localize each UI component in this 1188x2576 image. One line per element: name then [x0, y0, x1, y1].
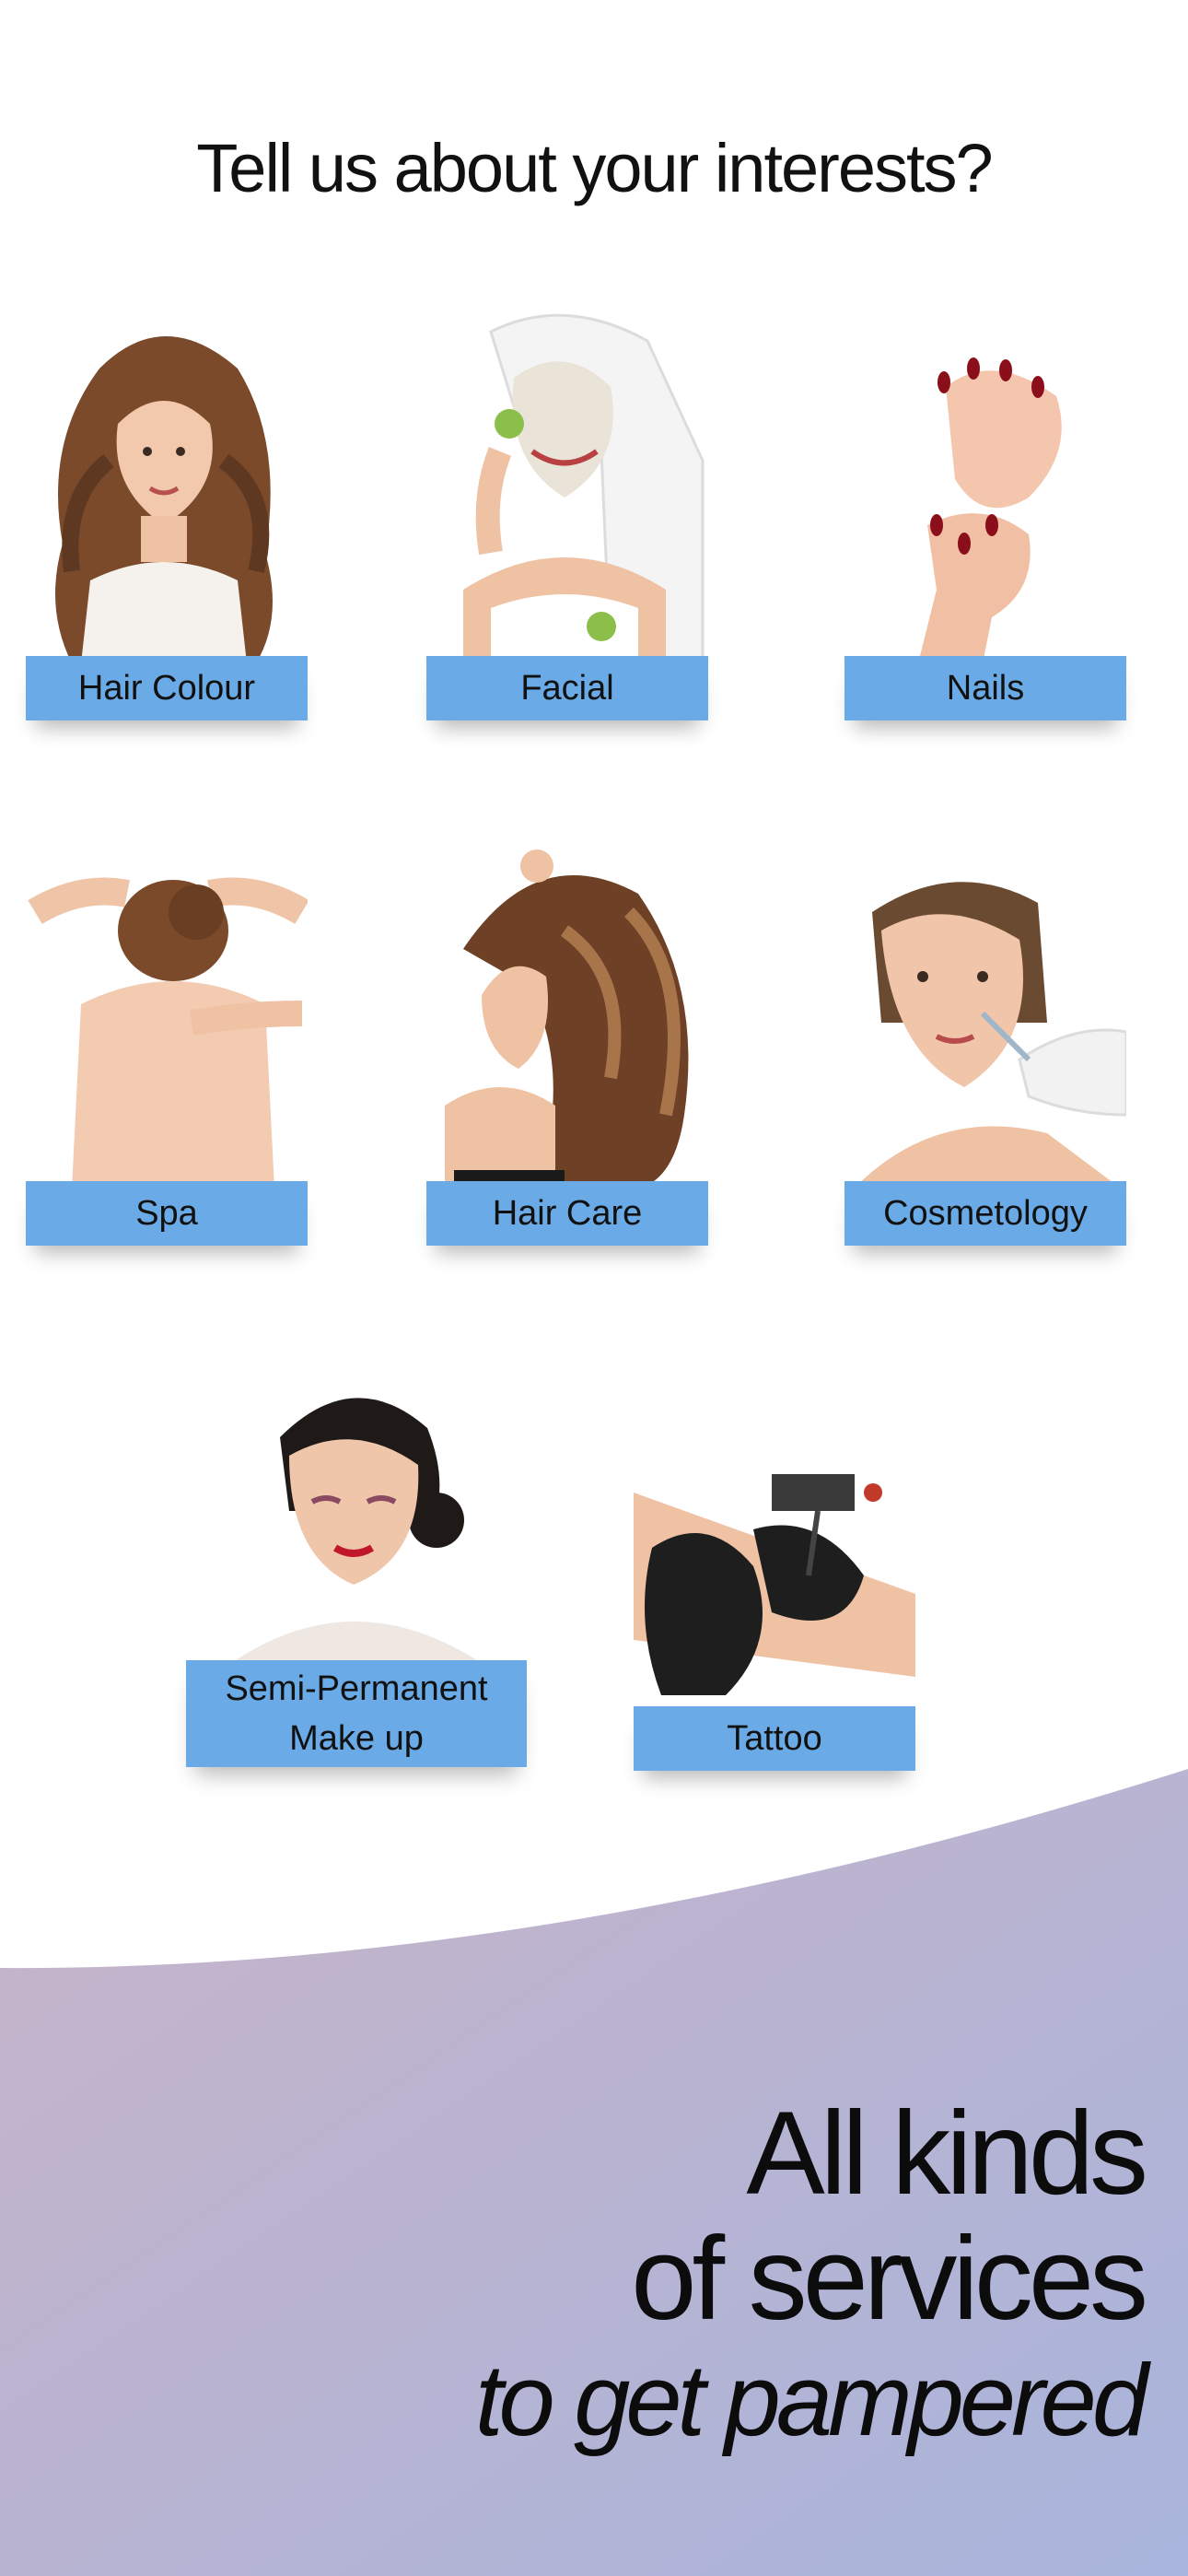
- tattoo-photo: [634, 1456, 915, 1714]
- interest-card-spa[interactable]: Spa: [26, 838, 308, 1246]
- hair-care-photo: [426, 838, 708, 1188]
- interest-label: Semi-Permanent Make up: [186, 1660, 527, 1767]
- interest-card-semi-permanent-makeup[interactable]: Semi-Permanent Make up: [186, 1364, 527, 1767]
- hair-colour-photo: [26, 313, 308, 663]
- interest-card-nails[interactable]: Nails: [844, 313, 1126, 720]
- interest-label: Nails: [844, 656, 1126, 720]
- cosmetology-photo: [844, 838, 1126, 1188]
- spa-photo: [26, 838, 308, 1188]
- interest-card-hair-care[interactable]: Hair Care: [426, 838, 708, 1246]
- makeup-photo: [215, 1364, 497, 1668]
- interest-label: Hair Colour: [26, 656, 308, 720]
- interest-card-facial[interactable]: Facial: [426, 313, 708, 720]
- interest-label-line1: Semi-Permanent: [225, 1669, 488, 1708]
- onboarding-interests-screen: Tell us about your interests? Hair Colou…: [0, 0, 1188, 2576]
- interest-label: Cosmetology: [844, 1181, 1126, 1246]
- interest-card-tattoo[interactable]: Tattoo: [634, 1456, 915, 1771]
- interest-label: Hair Care: [426, 1181, 708, 1246]
- interest-card-cosmetology[interactable]: Cosmetology: [844, 838, 1126, 1246]
- promo-line1: All kinds: [746, 2088, 1148, 2219]
- interest-card-hair-colour[interactable]: Hair Colour: [26, 313, 308, 720]
- promo-line2: of services: [631, 2213, 1148, 2345]
- interest-label: Spa: [26, 1181, 308, 1246]
- facial-photo: [426, 313, 708, 663]
- nails-photo: [844, 313, 1126, 663]
- promo-line3: to get pampered: [474, 2344, 1148, 2457]
- promo-tagline: All kinds of services to get pampered: [474, 2088, 1148, 2460]
- interest-label-line2: Make up: [289, 1719, 424, 1758]
- page-title: Tell us about your interests?: [196, 130, 993, 206]
- interest-label: Tattoo: [634, 1706, 915, 1771]
- interest-label: Facial: [426, 656, 708, 720]
